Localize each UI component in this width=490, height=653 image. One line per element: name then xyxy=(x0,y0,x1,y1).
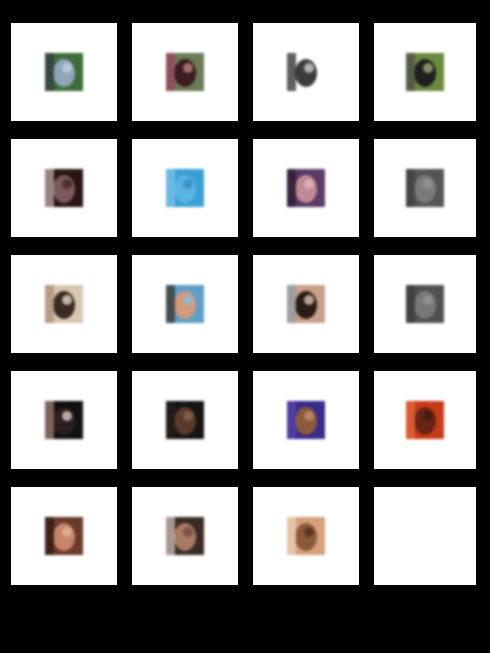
blue-square-icon xyxy=(166,169,204,207)
gallery-tile[interactable] xyxy=(374,371,476,469)
red-portrait-photo-icon xyxy=(406,401,444,439)
gallery-tile[interactable] xyxy=(11,371,117,469)
gray-photo-icon xyxy=(406,169,444,207)
gallery-tile[interactable] xyxy=(374,255,476,353)
cat-face-icon xyxy=(287,53,325,91)
gallery-tile[interactable] xyxy=(253,139,359,237)
child-face-photo-icon xyxy=(287,517,325,555)
image-grid xyxy=(11,23,476,585)
twin-faces-photo-icon xyxy=(287,285,325,323)
two-people-photo-icon xyxy=(166,53,204,91)
gallery-tile[interactable] xyxy=(11,487,117,585)
dog-photo-icon xyxy=(406,53,444,91)
gallery-tile[interactable] xyxy=(253,23,359,121)
gallery-tile[interactable] xyxy=(11,255,117,353)
man-dark-photo-icon xyxy=(166,401,204,439)
gallery-tile[interactable] xyxy=(11,23,117,121)
gallery-tile[interactable] xyxy=(374,23,476,121)
woman-purple-photo-icon xyxy=(287,169,325,207)
portrait-dark-icon xyxy=(45,169,83,207)
empty-gallery-tile[interactable] xyxy=(374,487,476,585)
face-blue-photo-icon xyxy=(166,285,204,323)
woman-headscarf-photo-icon xyxy=(287,401,325,439)
eye-closeup-icon xyxy=(45,285,83,323)
cat-photo-icon xyxy=(45,53,83,91)
gallery-tile[interactable] xyxy=(132,255,238,353)
girl-portrait-photo-icon xyxy=(45,517,83,555)
gallery-tile[interactable] xyxy=(132,487,238,585)
gray-photo-icon xyxy=(406,285,444,323)
dark-hair-photo-icon xyxy=(45,401,83,439)
gallery-tile[interactable] xyxy=(11,139,117,237)
gallery-tile[interactable] xyxy=(253,255,359,353)
gallery-tile[interactable] xyxy=(132,371,238,469)
gallery-tile[interactable] xyxy=(132,139,238,237)
smiling-man-photo-icon xyxy=(166,517,204,555)
gallery-tile[interactable] xyxy=(253,371,359,469)
gallery-tile[interactable] xyxy=(253,487,359,585)
gallery-tile[interactable] xyxy=(374,139,476,237)
gallery-tile[interactable] xyxy=(132,23,238,121)
